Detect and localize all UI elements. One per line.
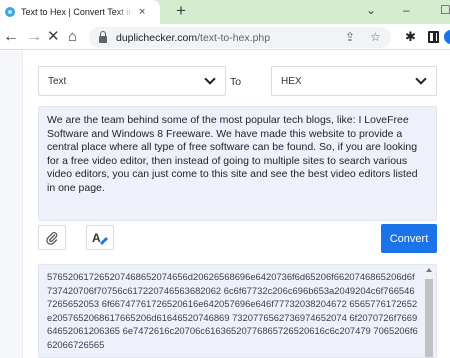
page-background: Text To HEX We are the team behind some … xyxy=(0,51,450,358)
back-arrow-icon[interactable]: ← xyxy=(3,28,19,46)
maximize-button[interactable]: ☐ xyxy=(440,4,450,16)
to-format-value: HEX xyxy=(281,75,302,87)
input-textarea[interactable]: We are the team behind some of the most … xyxy=(38,106,437,221)
bookmark-star-icon[interactable]: ☆ xyxy=(370,30,381,44)
scrollbar-thumb[interactable] xyxy=(425,279,433,357)
converter-card: Text To HEX We are the team behind some … xyxy=(22,51,450,358)
lock-icon xyxy=(99,30,107,43)
from-format-value: Text xyxy=(48,75,67,87)
browser-tab[interactable]: Text to Hex | Convert Text into Hex × xyxy=(0,0,160,24)
convert-button[interactable]: Convert xyxy=(381,224,437,253)
output-textarea[interactable]: 576520617265207468652074656d20626568696e… xyxy=(38,264,437,358)
to-label: To xyxy=(230,76,242,88)
site-favicon-icon xyxy=(5,7,15,17)
tab-title: Text to Hex | Convert Text into Hex xyxy=(21,7,133,17)
from-format-select[interactable]: Text xyxy=(38,66,226,96)
browser-tab-strip: Text to Hex | Convert Text into Hex × + … xyxy=(0,0,450,24)
chevron-down-icon xyxy=(415,73,427,85)
stop-loading-icon[interactable]: ✕ xyxy=(47,28,60,46)
paperclip-icon xyxy=(46,231,58,245)
address-bar[interactable]: duplichecker.com/text-to-hex.php ⇪ ☆ xyxy=(89,27,391,48)
attach-file-button[interactable] xyxy=(38,225,66,250)
chevron-down-icon xyxy=(204,73,216,85)
url-text: duplichecker.com/text-to-hex.php xyxy=(116,31,271,44)
share-icon[interactable]: ⇪ xyxy=(345,30,355,44)
side-panel-icon[interactable] xyxy=(428,31,439,43)
to-format-select[interactable]: HEX xyxy=(271,66,437,96)
minimize-button[interactable]: – xyxy=(403,4,410,16)
browser-toolbar: ← → ✕ ⌂ duplichecker.com/text-to-hex.php… xyxy=(0,24,450,50)
new-tab-button[interactable]: + xyxy=(176,2,186,20)
sample-text-button[interactable]: A xyxy=(86,225,114,250)
tab-search-chevron-icon[interactable]: ⌄ xyxy=(366,4,376,16)
output-scrollbar[interactable] xyxy=(425,267,433,357)
svg-text:A: A xyxy=(92,231,101,245)
output-hex-text: 576520617265207468652074656d20626568696e… xyxy=(47,271,418,350)
tab-close-icon[interactable]: × xyxy=(139,6,145,18)
extensions-puzzle-icon[interactable]: ✱ xyxy=(405,29,416,45)
scroll-up-arrow-icon[interactable] xyxy=(426,268,432,272)
text-style-icon: A xyxy=(92,231,108,245)
forward-arrow-icon[interactable]: → xyxy=(26,28,42,46)
home-icon[interactable]: ⌂ xyxy=(68,28,77,46)
